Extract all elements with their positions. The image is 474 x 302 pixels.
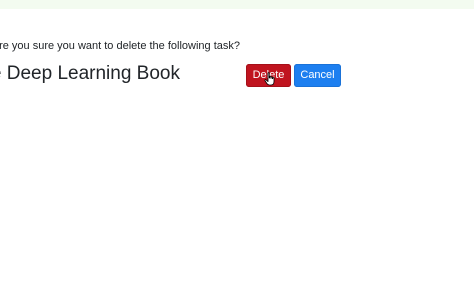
task-title: The Deep Learning Book xyxy=(0,63,180,84)
cancel-button[interactable]: Cancel xyxy=(294,64,341,87)
delete-confirmation-question: Are you sure you want to delete the foll… xyxy=(0,40,240,52)
top-band xyxy=(0,0,474,9)
delete-task-page: Are you sure you want to delete the foll… xyxy=(0,0,474,302)
delete-button[interactable]: Delete xyxy=(246,64,291,87)
